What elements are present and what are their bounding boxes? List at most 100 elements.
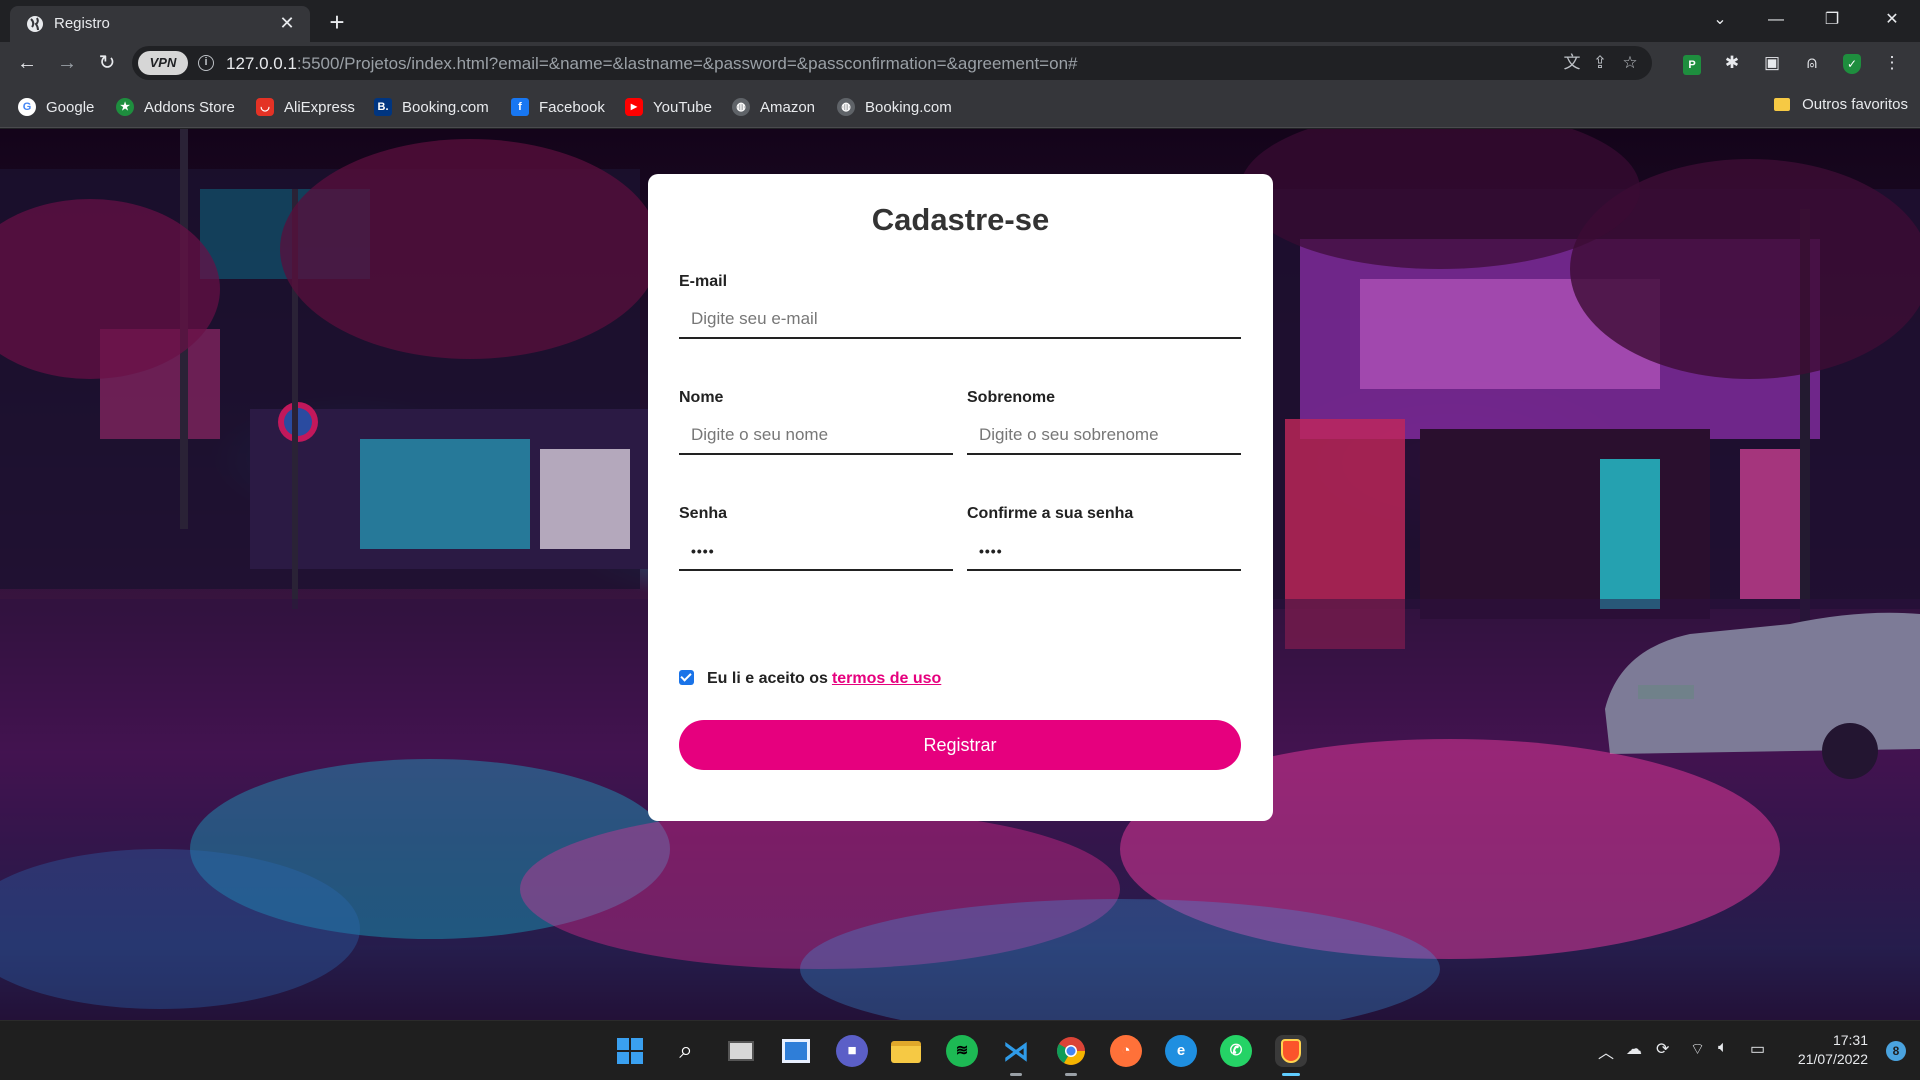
folder-label: Outros favoritos	[1802, 96, 1908, 113]
new-tab-button[interactable]: +	[322, 8, 352, 38]
password-confirm-label: Confirme a sua senha	[967, 505, 1134, 522]
windows-taskbar: ⌕ ■ ≋ ⋊ ◔ e ✆ ︿ ☁ ⟳ ⌔ 🔈︎ ▭ 17:31 21/07/2…	[0, 1020, 1920, 1080]
wifi-icon[interactable]: ⌔	[1690, 1039, 1705, 1059]
reload-button[interactable]: ↻	[92, 48, 122, 78]
bookmark-booking[interactable]: B. Booking.com	[374, 96, 489, 118]
lastname-input[interactable]	[967, 417, 1241, 455]
tab-title: Registro	[54, 15, 110, 32]
browser-toolbar: ← → ↻ VPN i 127.0.0.1:5500/Projetos/inde…	[0, 42, 1920, 84]
whatsapp-icon[interactable]: ✆	[1220, 1035, 1252, 1067]
notification-badge[interactable]: 8	[1886, 1041, 1906, 1061]
bookmark-amazon[interactable]: ◍ Amazon	[732, 96, 815, 118]
vscode-icon[interactable]: ⋊	[1000, 1035, 1032, 1067]
menu-icon[interactable]: ⋮	[1880, 51, 1904, 75]
lastname-label: Sobrenome	[967, 389, 1056, 406]
onedrive-icon[interactable]: ☁	[1626, 1039, 1642, 1059]
translate-icon[interactable]: 文	[1560, 51, 1584, 75]
tab-close-icon[interactable]: ✕	[276, 12, 298, 34]
teams-chat-icon[interactable]: ■	[836, 1035, 868, 1067]
shield-icon[interactable]: ✓	[1840, 51, 1864, 75]
bookmarks-bar: G Google ★ Addons Store ◡ AliExpress B. …	[0, 84, 1920, 128]
back-button[interactable]: ←	[12, 48, 42, 78]
password-confirm-input[interactable]	[967, 533, 1241, 571]
register-button[interactable]: Registrar	[679, 720, 1241, 770]
bookmark-label: Amazon	[760, 98, 816, 116]
restore-button[interactable]: ❐	[1804, 0, 1860, 40]
task-view-icon[interactable]	[725, 1035, 757, 1067]
agreement-checkbox[interactable]	[679, 669, 694, 685]
bookmark-youtube[interactable]: ▶ YouTube	[625, 96, 712, 118]
puzzle-icon[interactable]: ✱	[1720, 51, 1744, 75]
globe-icon	[27, 16, 43, 32]
bookmark-booking-2[interactable]: ◍ Booking.com	[837, 96, 952, 118]
email-input[interactable]	[679, 301, 1241, 339]
folder-icon	[1774, 98, 1791, 111]
agreement-row: Eu li e aceito os termos de uso	[679, 669, 941, 688]
profile-icon[interactable]: ⍝	[1800, 51, 1824, 75]
chrome-icon[interactable]	[1055, 1035, 1087, 1067]
globe-icon: ◍	[732, 98, 750, 116]
volume-icon[interactable]: 🔈︎	[1718, 1039, 1728, 1057]
bookmark-aliexpress[interactable]: ◡ AliExpress	[256, 96, 355, 118]
brave-active-indicator	[1282, 1073, 1300, 1076]
aliexpress-icon: ◡	[256, 98, 274, 116]
spotify-icon[interactable]: ≋	[946, 1035, 978, 1067]
youtube-icon: ▶	[625, 98, 643, 116]
firefox-icon[interactable]: ◔	[1110, 1035, 1142, 1067]
tab-registro[interactable]: Registro ✕	[10, 6, 310, 42]
address-bar[interactable]: VPN i 127.0.0.1:5500/Projetos/index.html…	[132, 46, 1652, 80]
name-label: Nome	[679, 389, 724, 406]
bookmark-addons-store[interactable]: ★ Addons Store	[116, 96, 235, 118]
email-label: E-mail	[679, 273, 728, 290]
edge-icon[interactable]: e	[1165, 1035, 1197, 1067]
tray-overflow-icon[interactable]: ︿	[1598, 1039, 1614, 1063]
register-form-card: Cadastre-se E-mail Nome Sobrenome Senha …	[648, 174, 1273, 821]
sync-icon[interactable]: ⟳	[1656, 1039, 1669, 1059]
minimize-button[interactable]: —	[1748, 0, 1804, 40]
url-text[interactable]: 127.0.0.1:5500/Projetos/index.html?email…	[226, 54, 1077, 74]
clock-time: 17:31	[1832, 1032, 1868, 1048]
file-explorer-icon[interactable]	[890, 1035, 922, 1067]
bookmark-facebook[interactable]: f Facebook	[511, 96, 605, 118]
terms-link[interactable]: termos de uso	[832, 670, 941, 688]
close-window-button[interactable]: ✕	[1864, 0, 1920, 40]
email-field-group: E-mail	[679, 273, 1241, 339]
globe-icon: ◍	[837, 98, 855, 116]
site-info-icon[interactable]: i	[198, 55, 214, 71]
name-input[interactable]	[679, 417, 953, 455]
url-host: 127.0.0.1	[226, 54, 297, 73]
agreement-text: Eu li e aceito os	[707, 670, 828, 687]
password-field-group: Senha ••••	[679, 505, 953, 571]
lastname-field-group: Sobrenome	[967, 389, 1241, 455]
widgets-icon[interactable]	[780, 1035, 812, 1067]
other-bookmarks-folder[interactable]: Outros favoritos	[1774, 96, 1908, 113]
password-input[interactable]	[679, 533, 953, 571]
bookmark-label: YouTube	[653, 98, 712, 116]
name-field-group: Nome	[679, 389, 953, 455]
star-icon[interactable]: ☆	[1618, 51, 1642, 75]
battery-icon[interactable]: ▭	[1750, 1039, 1765, 1059]
bookmark-label: Facebook	[539, 98, 605, 116]
tab-strip: Registro ✕ + ⌄ — ❐ ✕	[0, 0, 1920, 42]
booking-icon: B.	[374, 98, 392, 116]
share-icon[interactable]: ⇪	[1588, 51, 1612, 75]
password-confirm-field-group: Confirme a sua senha ••••	[967, 505, 1241, 571]
forward-button[interactable]: →	[52, 48, 82, 78]
sidepanel-icon[interactable]: ▣	[1760, 51, 1784, 75]
clock-date: 21/07/2022	[1797, 1051, 1868, 1067]
bookmark-google[interactable]: G Google	[18, 96, 94, 118]
url-path: :5500/Projetos/index.html?email=&name=&l…	[296, 54, 1078, 73]
vpn-badge[interactable]: VPN	[138, 51, 188, 75]
password-label: Senha	[679, 505, 728, 522]
tab-search-icon[interactable]: ⌄	[1692, 0, 1748, 40]
windows-start-icon[interactable]	[614, 1035, 646, 1067]
google-icon: G	[18, 98, 36, 116]
facebook-icon: f	[511, 98, 529, 116]
extension-p-icon[interactable]: P	[1680, 51, 1704, 75]
system-clock[interactable]: 17:31 21/07/2022	[1798, 1031, 1868, 1069]
form-title: Cadastre-se	[871, 202, 1050, 237]
brave-icon[interactable]	[1275, 1035, 1307, 1067]
vscode-running-indicator	[1010, 1073, 1022, 1076]
search-icon[interactable]: ⌕	[670, 1035, 702, 1067]
bookmark-label: Booking.com	[865, 98, 952, 116]
